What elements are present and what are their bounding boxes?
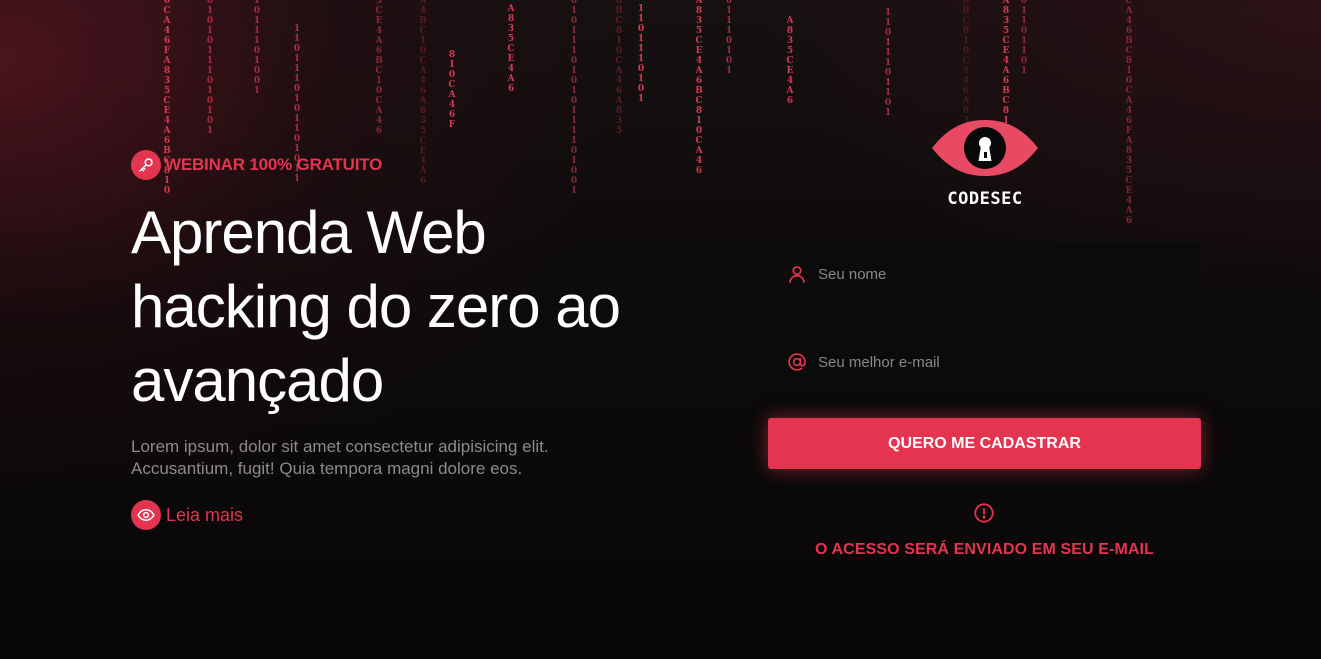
- code-rain-column: A835CE4A6: [786, 16, 794, 106]
- webinar-badge-label: WEBINAR 100% GRATUITO: [165, 155, 383, 174]
- key-icon: [131, 150, 161, 180]
- read-more-link[interactable]: Leia mais: [131, 500, 651, 530]
- name-input[interactable]: [816, 241, 1201, 307]
- alert-circle-icon: [974, 503, 994, 523]
- code-rain-column: 810CA46F: [448, 50, 456, 130]
- email-field: [768, 329, 1201, 395]
- code-rain-column: 11011101101: [884, 8, 892, 118]
- brand-logo: CODESEC: [926, 120, 1044, 209]
- code-rain-column: 0CA46FA835CE4A6BC810: [163, 0, 171, 196]
- page-title: Aprenda Web hacking do zero ao avançado: [131, 199, 621, 414]
- user-icon: [787, 264, 807, 284]
- eye-icon: [131, 500, 161, 530]
- hero-description: Lorem ipsum, dolor sit amet consectetur …: [131, 437, 549, 478]
- read-more-label: Leia mais: [166, 504, 244, 525]
- name-field: [768, 241, 1201, 307]
- code-rain-column: 01010111010101: [206, 0, 214, 136]
- code-rain-column: 01101101: [1020, 0, 1028, 76]
- landing-page: 0CA46FA835CE4A6BC810 01010111010101 1011…: [0, 0, 1321, 659]
- code-rain-column: 5CE4A6BC10CA46: [375, 0, 383, 136]
- signup-button[interactable]: QUERO ME CADASTRAR: [768, 418, 1201, 469]
- email-input[interactable]: [816, 329, 1201, 395]
- code-rain-column: 01110101: [725, 0, 733, 76]
- eye-keyhole-logo-icon: [932, 120, 1038, 176]
- access-notice: O ACESSO SERÁ ENVIADO EM SEU E-MAIL: [815, 541, 1154, 558]
- webinar-badge: WEBINAR 100% GRATUITO: [131, 150, 651, 180]
- code-rain-column: 1101110101: [637, 4, 645, 104]
- hero-section: WEBINAR 100% GRATUITO Aprenda Web hackin…: [131, 150, 651, 530]
- code-rain-column: A835CE4A6: [507, 4, 515, 94]
- at-sign-icon: [787, 352, 807, 372]
- code-rain-column: 1011101001: [253, 0, 261, 96]
- code-rain-column: A835CE4A6BC810CA46: [695, 0, 703, 176]
- brand-name: CODESEC: [947, 189, 1023, 209]
